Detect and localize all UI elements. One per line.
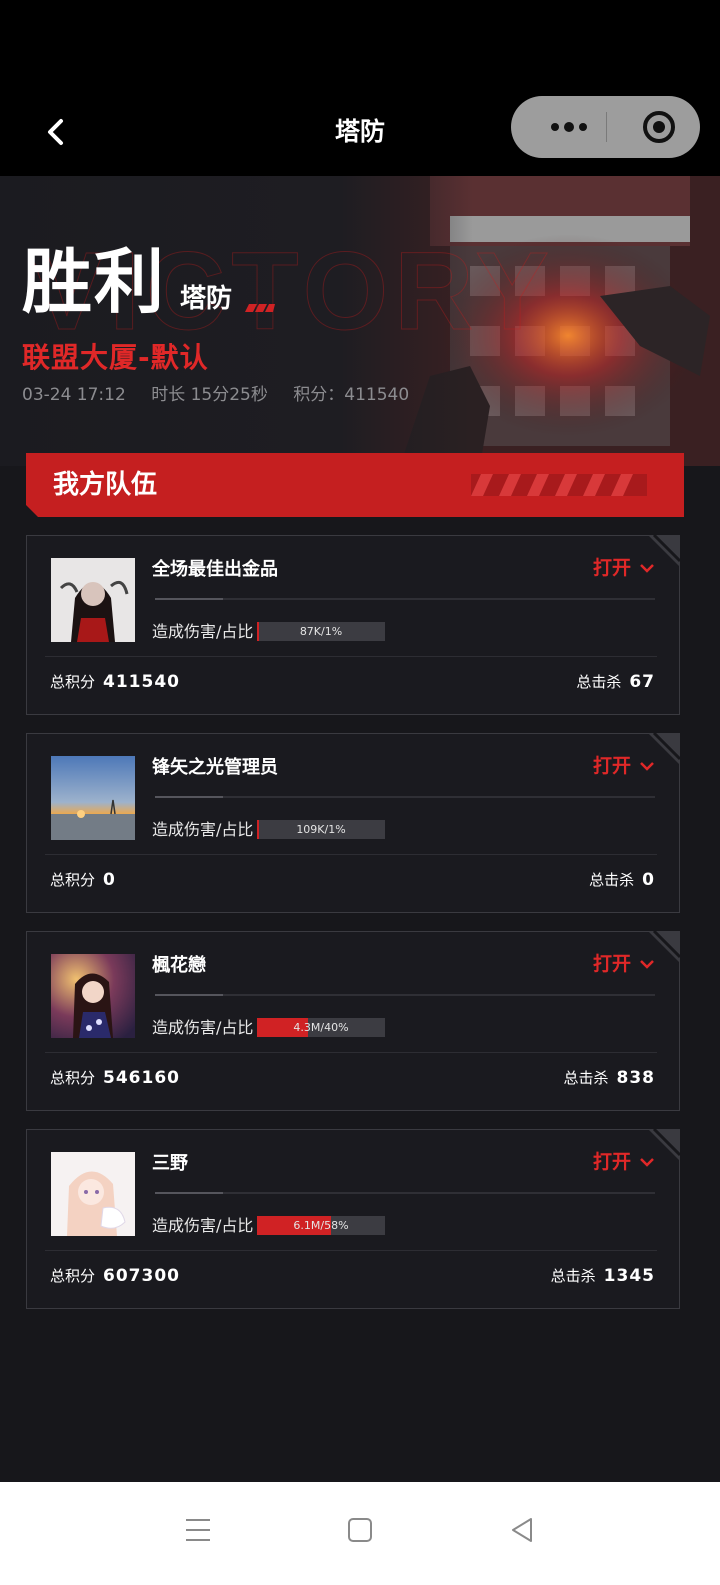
map-name: 联盟大厦-默认: [22, 341, 209, 374]
player-card: 楓花戀 打开 造成伤害/占比 4.3M/40% 总积分 546160 总击杀 8…: [26, 931, 680, 1111]
open-button[interactable]: 打开: [593, 752, 655, 780]
target-icon: [643, 111, 675, 143]
avatar-image: [51, 756, 135, 840]
total-score: 总积分 0: [50, 868, 116, 892]
damage-value: 6.1M/58%: [293, 1219, 349, 1232]
player-name: 三野: [152, 1153, 188, 1174]
damage-label: 造成伤害/占比: [152, 1216, 254, 1235]
damage-label: 造成伤害/占比: [152, 622, 254, 641]
avatar[interactable]: [51, 954, 135, 1038]
total-kills: 总击杀 67: [576, 670, 655, 694]
avatar[interactable]: [51, 558, 135, 642]
match-score: 积分：411540: [293, 385, 410, 405]
match-meta: 03-24 17:12 时长 15分25秒 积分：411540: [22, 382, 429, 408]
open-label: 打开: [592, 1151, 631, 1173]
recent-apps-button[interactable]: [178, 1510, 218, 1550]
result-hero: VICTORY 胜利 塔防 联盟大厦-默认 03-24 17:12 时长 15分…: [0, 176, 720, 466]
total-kills: 总击杀 1345: [551, 1264, 655, 1288]
total-kills-value: 67: [629, 672, 655, 692]
divider: [45, 1052, 657, 1053]
damage-bar: 4.3M/40%: [257, 1018, 385, 1037]
avatar-image: [51, 558, 135, 642]
back-triangle-icon: [512, 1518, 532, 1542]
team-title: 我方队伍: [53, 470, 158, 500]
total-kills-value: 0: [642, 870, 655, 890]
total-kills-value: 1345: [603, 1266, 655, 1286]
total-kills-label: 总击杀: [576, 673, 622, 691]
open-button[interactable]: 打开: [593, 1148, 655, 1176]
total-score-label: 总积分: [50, 673, 96, 691]
total-score-value: 411540: [103, 672, 180, 692]
divider: [45, 656, 657, 657]
damage-value: 87K/1%: [299, 625, 343, 638]
total-kills-label: 总击杀: [563, 1069, 609, 1087]
avatar[interactable]: [51, 1152, 135, 1236]
damage-bar: 87K/1%: [257, 622, 385, 641]
divider: [45, 1250, 657, 1251]
capsule-divider: [606, 112, 607, 142]
avatar-image: [51, 1152, 135, 1236]
player-card: 全场最佳出金品 打开 造成伤害/占比 87K/1% 总积分 411540 总击杀…: [26, 535, 680, 715]
avatar[interactable]: [51, 756, 135, 840]
match-date: 03-24 17:12: [22, 385, 126, 405]
open-label: 打开: [592, 557, 631, 579]
home-square-icon: [348, 1518, 372, 1542]
more-button[interactable]: [533, 96, 605, 158]
open-label: 打开: [592, 755, 631, 777]
slash-decoration: [245, 304, 275, 312]
chevron-down-icon: [640, 960, 654, 969]
system-nav-bar: [0, 1482, 720, 1585]
chevron-down-icon: [640, 762, 654, 771]
total-score-value: 0: [103, 870, 116, 890]
total-kills: 总击杀 838: [563, 1066, 655, 1090]
system-back-button[interactable]: [502, 1510, 542, 1550]
open-button[interactable]: 打开: [593, 554, 655, 582]
total-score: 总积分 546160: [50, 1066, 180, 1090]
damage-bar: 109K/1%: [257, 820, 385, 839]
stripe-decoration: [471, 474, 647, 496]
mini-program-capsule: [511, 96, 700, 158]
name-underline: [155, 994, 655, 996]
player-card: 锋矢之光管理员 打开 造成伤害/占比 109K/1% 总积分 0 总击杀 0: [26, 733, 680, 913]
nav-bar: 塔防: [0, 90, 720, 176]
team-header: 我方队伍: [26, 453, 684, 517]
total-kills: 总击杀 0: [589, 868, 655, 892]
total-score-label: 总积分: [50, 871, 96, 889]
total-score: 总积分 411540: [50, 670, 180, 694]
more-dots-icon: [551, 122, 587, 132]
mode-label: 塔防: [180, 284, 233, 314]
damage-bar: 6.1M/58%: [257, 1216, 385, 1235]
open-label: 打开: [592, 953, 631, 975]
chevron-down-icon: [640, 1158, 654, 1167]
divider: [45, 854, 657, 855]
match-duration: 时长 15分25秒: [151, 385, 268, 405]
total-score-label: 总积分: [50, 1069, 96, 1087]
result-title: 胜利: [22, 241, 166, 323]
total-score-value: 546160: [103, 1068, 180, 1088]
total-kills-label: 总击杀: [589, 871, 635, 889]
total-score: 总积分 607300: [50, 1264, 180, 1288]
total-kills-label: 总击杀: [550, 1267, 596, 1285]
player-name: 全场最佳出金品: [152, 559, 278, 580]
total-score-label: 总积分: [50, 1267, 96, 1285]
total-kills-value: 838: [616, 1068, 655, 1088]
total-score-value: 607300: [103, 1266, 180, 1286]
player-name: 楓花戀: [152, 955, 206, 976]
player-name: 锋矢之光管理员: [152, 757, 278, 778]
player-card: 三野 打开 造成伤害/占比 6.1M/58% 总积分 607300 总击杀 13…: [26, 1129, 680, 1309]
menu-icon: [186, 1519, 210, 1541]
home-button[interactable]: [340, 1510, 380, 1550]
chevron-down-icon: [640, 564, 654, 573]
damage-value: 109K/1%: [296, 823, 346, 836]
name-underline: [155, 1192, 655, 1194]
damage-label: 造成伤害/占比: [152, 1018, 254, 1037]
open-button[interactable]: 打开: [593, 950, 655, 978]
damage-label: 造成伤害/占比: [152, 820, 254, 839]
avatar-image: [51, 954, 135, 1038]
name-underline: [155, 796, 655, 798]
name-underline: [155, 598, 655, 600]
status-bar: [0, 0, 720, 90]
damage-value: 4.3M/40%: [293, 1021, 349, 1034]
close-button[interactable]: [629, 96, 689, 158]
